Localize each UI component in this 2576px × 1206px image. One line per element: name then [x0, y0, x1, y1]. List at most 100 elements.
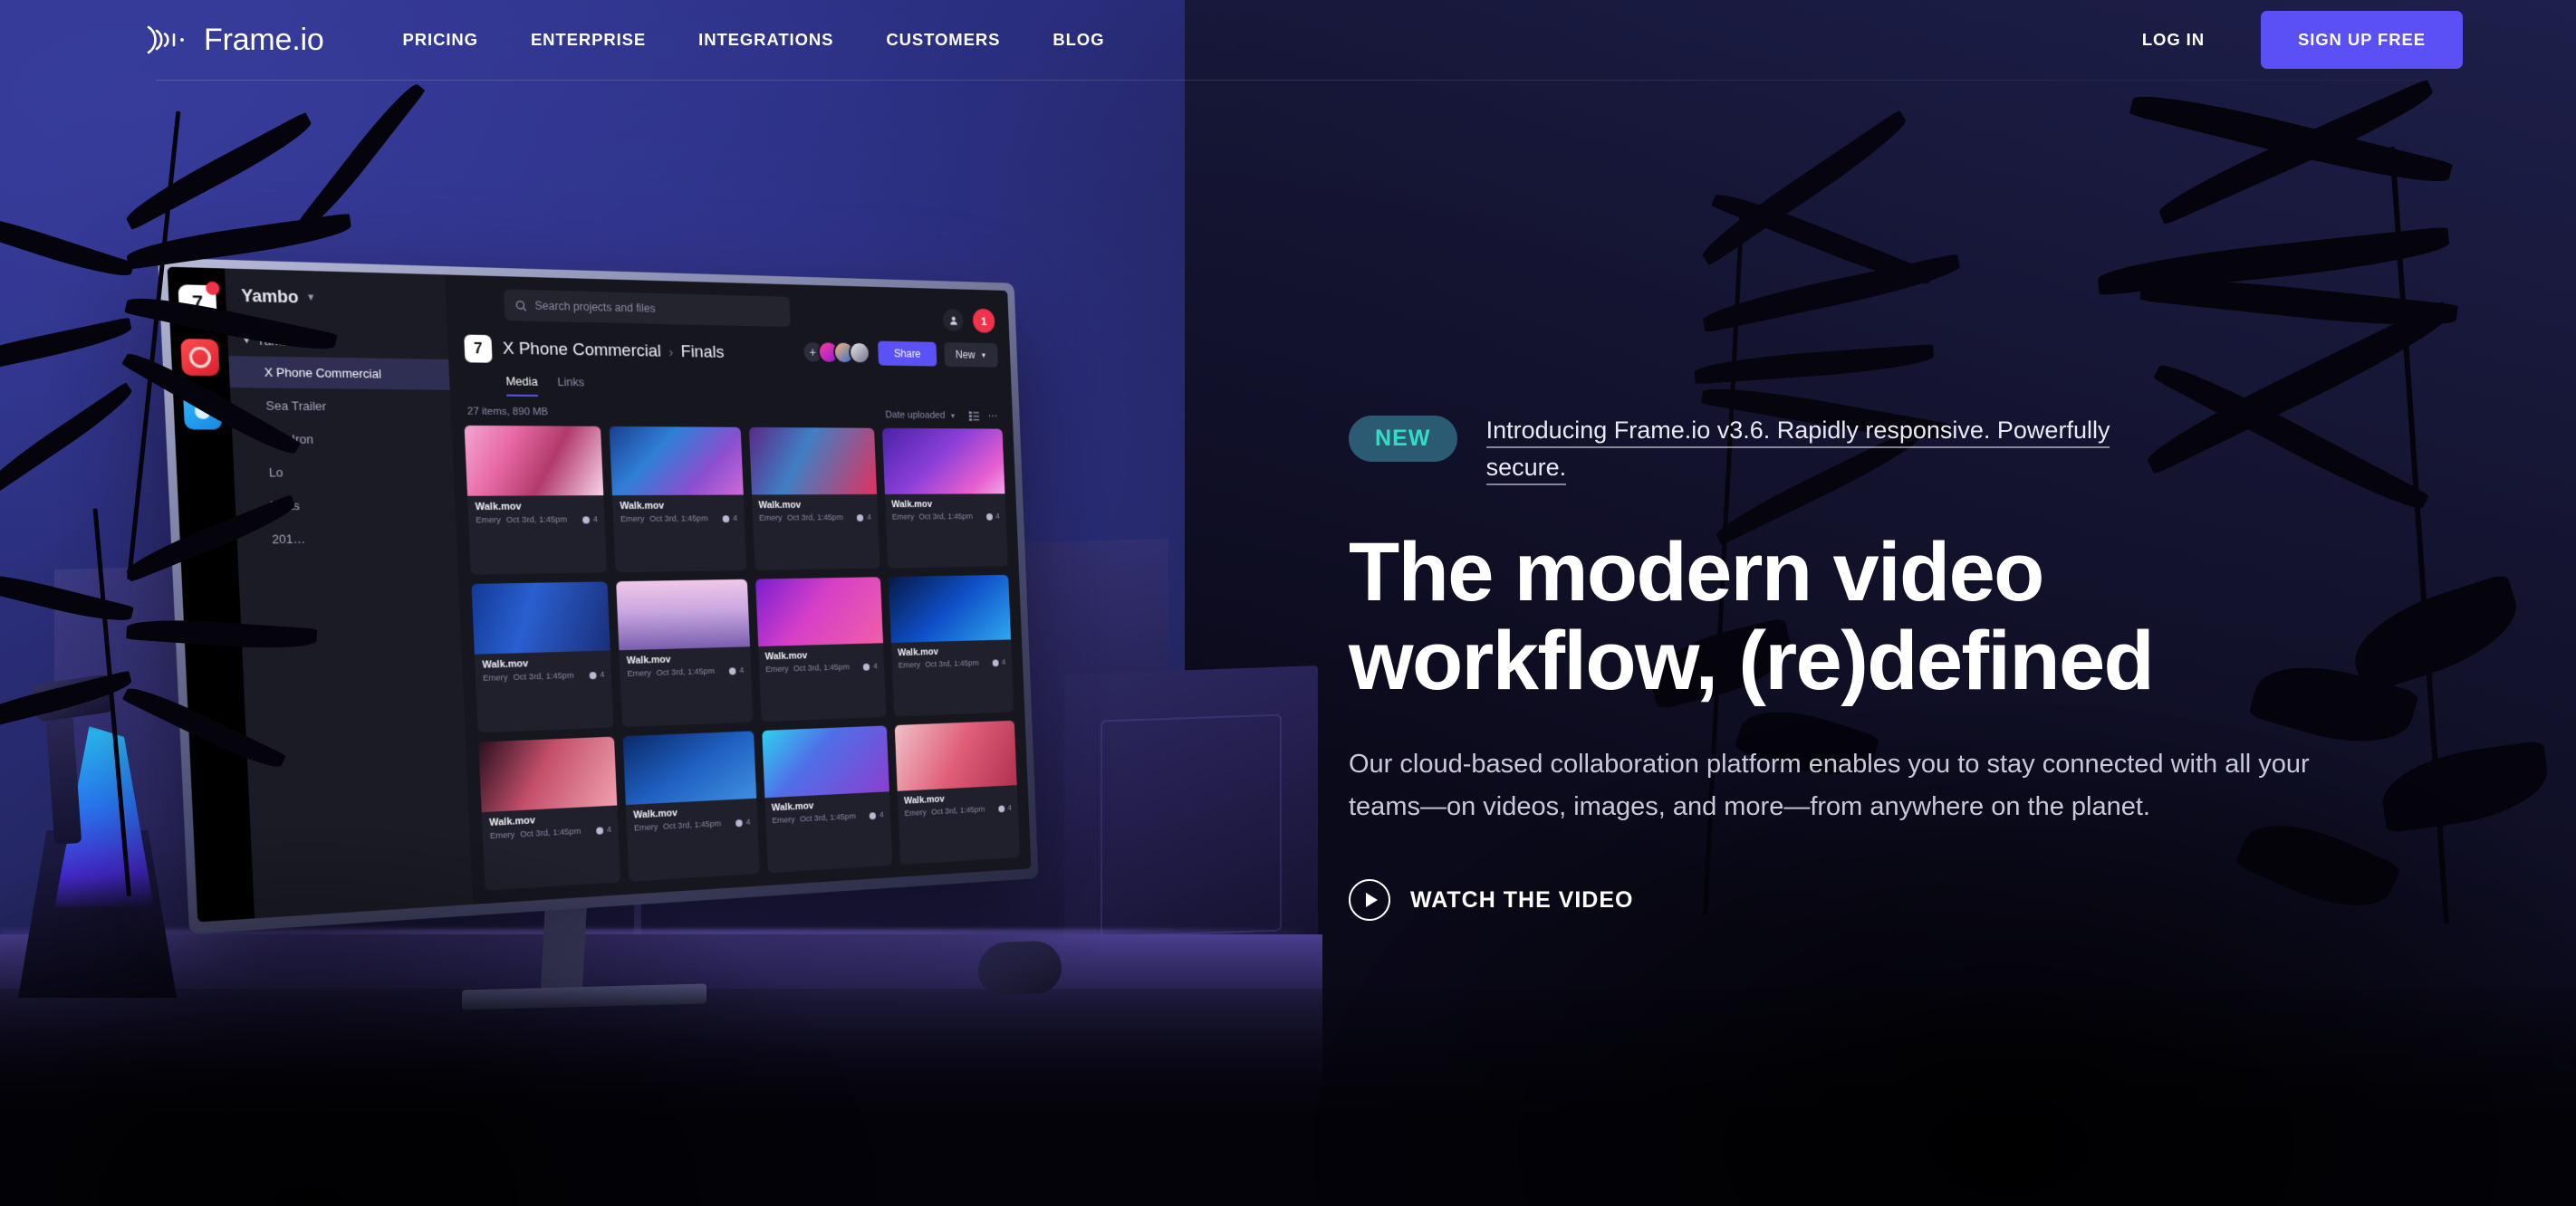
sidebar-item-label: X Phone Commercial: [264, 365, 382, 381]
nav-link-pricing[interactable]: PRICING: [377, 30, 505, 50]
frameio-waveform-logo-icon: [147, 25, 184, 54]
media-file-name: Walk.mov: [482, 658, 529, 671]
media-tile[interactable]: Walk.mov Emery Oct 3rd, 1:45pm 4: [616, 579, 754, 728]
comment-number: 4: [592, 514, 599, 525]
media-tile-info: Walk.mov Emery Oct 3rd, 1:45pm 4: [758, 643, 885, 682]
media-tile-info: Walk.mov Emery Oct 3rd, 1:45pm 4: [752, 494, 879, 531]
login-link[interactable]: LOG IN: [2142, 30, 2261, 50]
breadcrumb-folder[interactable]: Finals: [680, 342, 725, 363]
media-tile[interactable]: Walk.mov Emery Oct 3rd, 1:45pm 4: [478, 736, 621, 891]
media-owner: Emery: [758, 512, 783, 523]
media-tile[interactable]: Walk.mov Emery Oct 3rd, 1:45pm 4: [894, 720, 1020, 866]
media-file-name: Walk.mov: [626, 654, 671, 666]
sidebar-item-201[interactable]: 201…: [236, 522, 457, 556]
nav-link-enterprise[interactable]: ENTERPRISE: [505, 30, 672, 50]
comment-icon: [722, 514, 730, 522]
media-tile[interactable]: Walk.mov Emery Oct 3rd, 1:45pm 4: [755, 577, 887, 723]
nav-link-blog[interactable]: BLOG: [1026, 30, 1130, 50]
media-date: Oct 3rd, 1:45pm: [918, 512, 974, 522]
sidebar-item-label: Lo: [268, 464, 284, 480]
hero-eyebrow: NEW Introducing Frame.io v3.6. Rapidly r…: [1349, 412, 2481, 486]
media-tile-meta: Emery Oct 3rd, 1:45pm 4: [899, 657, 1006, 670]
hero-content: NEW Introducing Frame.io v3.6. Rapidly r…: [1349, 412, 2481, 922]
comment-number: 4: [866, 512, 872, 522]
chevron-down-icon: ▼: [980, 350, 987, 359]
signup-button[interactable]: SIGN UP FREE: [2260, 10, 2463, 70]
nav-link-integrations[interactable]: INTEGRATIONS: [672, 30, 860, 50]
hero-announcement[interactable]: Introducing Frame.io v3.6. Rapidly respo…: [1485, 412, 2175, 486]
sidebar-item-sea-trailer[interactable]: Sea Trailer: [230, 389, 451, 423]
comment-number: 4: [732, 513, 738, 524]
tab-links[interactable]: Links: [557, 375, 585, 397]
media-tile[interactable]: Walk.mov Emery Oct 3rd, 1:45pm 4: [761, 725, 893, 874]
media-tile[interactable]: Walk.mov Emery Oct 3rd, 1:45pm 4: [881, 427, 1008, 569]
media-tile[interactable]: Walk.mov Emery Oct 3rd, 1:45pm 4: [622, 731, 760, 882]
media-tile[interactable]: Walk.mov Emery Oct 3rd, 1:45pm 4: [888, 574, 1014, 717]
breadcrumb-separator-icon: ›: [668, 344, 674, 360]
sidebar-item-tests[interactable]: Tests: [235, 490, 456, 522]
comment-icon: [992, 658, 999, 666]
media-tile-info: Walk.mov Emery Oct 3rd, 1:45pm 4: [885, 493, 1006, 529]
list-view-icon[interactable]: [968, 410, 979, 421]
app-meta-row: 27 items, 890 MB Date uploaded ▼ ⋯: [450, 396, 1013, 429]
comment-count: 4: [596, 825, 611, 836]
brand-logo[interactable]: Frame.io: [145, 22, 324, 58]
comment-count: 4: [857, 512, 871, 522]
chevron-down-icon: ▾: [243, 331, 251, 347]
sidebar-item-x-phone-commercial[interactable]: X Phone Commercial: [228, 356, 450, 390]
comment-icon: [582, 515, 591, 523]
sidebar-item-label: 201…: [271, 531, 306, 547]
play-circle-icon: [1349, 879, 1390, 922]
media-date: Oct 3rd, 1:45pm: [793, 662, 850, 675]
media-grid: Walk.mov Emery Oct 3rd, 1:45pm 4 Walk.mo…: [451, 425, 1031, 904]
sidebar-item-flat-iron[interactable]: Flat Iron: [232, 423, 453, 455]
media-date: Oct 3rd, 1:45pm: [505, 514, 568, 526]
media-thumbnail: [888, 574, 1012, 643]
media-thumbnail: [881, 427, 1005, 494]
sort-dropdown[interactable]: Date uploaded ▼: [885, 410, 956, 421]
hero-description: Our cloud-based collaboration platform e…: [1349, 750, 2310, 822]
new-button-label: New: [955, 348, 976, 361]
media-date: Oct 3rd, 1:45pm: [925, 658, 979, 670]
comment-count: 4: [992, 657, 1005, 667]
header-actions: LOG IN SIGN UP FREE: [2142, 10, 2463, 70]
media-tile[interactable]: Walk.mov Emery Oct 3rd, 1:45pm 4: [471, 581, 614, 733]
play-triangle: [1365, 893, 1378, 908]
media-owner: Emery: [489, 829, 515, 842]
media-tile-meta: Emery Oct 3rd, 1:45pm 4: [892, 512, 1000, 522]
monitor-screen: 7 Yambo ▼ ▾ Yambo Studio X Phone Commerc…: [167, 266, 1032, 923]
comment-number: 4: [600, 669, 605, 680]
team-switcher[interactable]: Yambo ▼: [226, 283, 447, 328]
comment-count: 4: [589, 669, 605, 681]
frameio-app-icon[interactable]: 7: [178, 281, 220, 322]
media-tile-meta: Emery Oct 3rd, 1:45pm 4: [765, 662, 878, 675]
media-file-name: Walk.mov: [475, 501, 522, 513]
comment-count: 4: [870, 810, 884, 820]
watch-video-button[interactable]: WATCH THE VIDEO: [1349, 879, 2481, 922]
media-tile[interactable]: Walk.mov Emery Oct 3rd, 1:45pm 4: [748, 426, 880, 570]
blue-app-icon[interactable]: [183, 392, 223, 430]
media-tile[interactable]: Walk.mov Emery Oct 3rd, 1:45pm 4: [464, 425, 608, 575]
nav-link-customers[interactable]: CUSTOMERS: [860, 30, 1026, 50]
notification-badge[interactable]: 1: [972, 308, 995, 333]
share-button[interactable]: Share: [877, 340, 937, 367]
media-tile-meta: Emery Oct 3rd, 1:45pm 4: [483, 670, 605, 684]
more-horizontal-icon[interactable]: ⋯: [988, 410, 999, 422]
new-button[interactable]: New ▼: [944, 342, 998, 368]
person-glyph: [949, 316, 957, 325]
breadcrumb-project[interactable]: X Phone Commercial: [502, 339, 661, 361]
tab-media[interactable]: Media: [505, 374, 539, 397]
media-tile-info: Walk.mov Emery Oct 3rd, 1:45pm 4: [898, 785, 1019, 826]
sidebar-item-lo[interactable]: Lo: [233, 456, 454, 488]
media-tile-meta: Emery Oct 3rd, 1:45pm 4: [759, 512, 871, 523]
person-icon[interactable]: [942, 308, 965, 332]
computer-mouse: [978, 940, 1062, 996]
app-action-row: + Share New ▼: [801, 340, 998, 368]
header-divider: [156, 80, 2420, 81]
red-app-icon[interactable]: [180, 339, 220, 377]
comment-icon: [985, 512, 993, 521]
sidebar-group-header[interactable]: ▾ Yambo Studio: [227, 325, 448, 358]
media-tile-info: Walk.mov Emery Oct 3rd, 1:45pm 4: [475, 650, 612, 691]
media-tile[interactable]: Walk.mov Emery Oct 3rd, 1:45pm 4: [609, 426, 746, 573]
main-nav: PRICING ENTERPRISE INTEGRATIONS CUSTOMER…: [377, 30, 1131, 50]
